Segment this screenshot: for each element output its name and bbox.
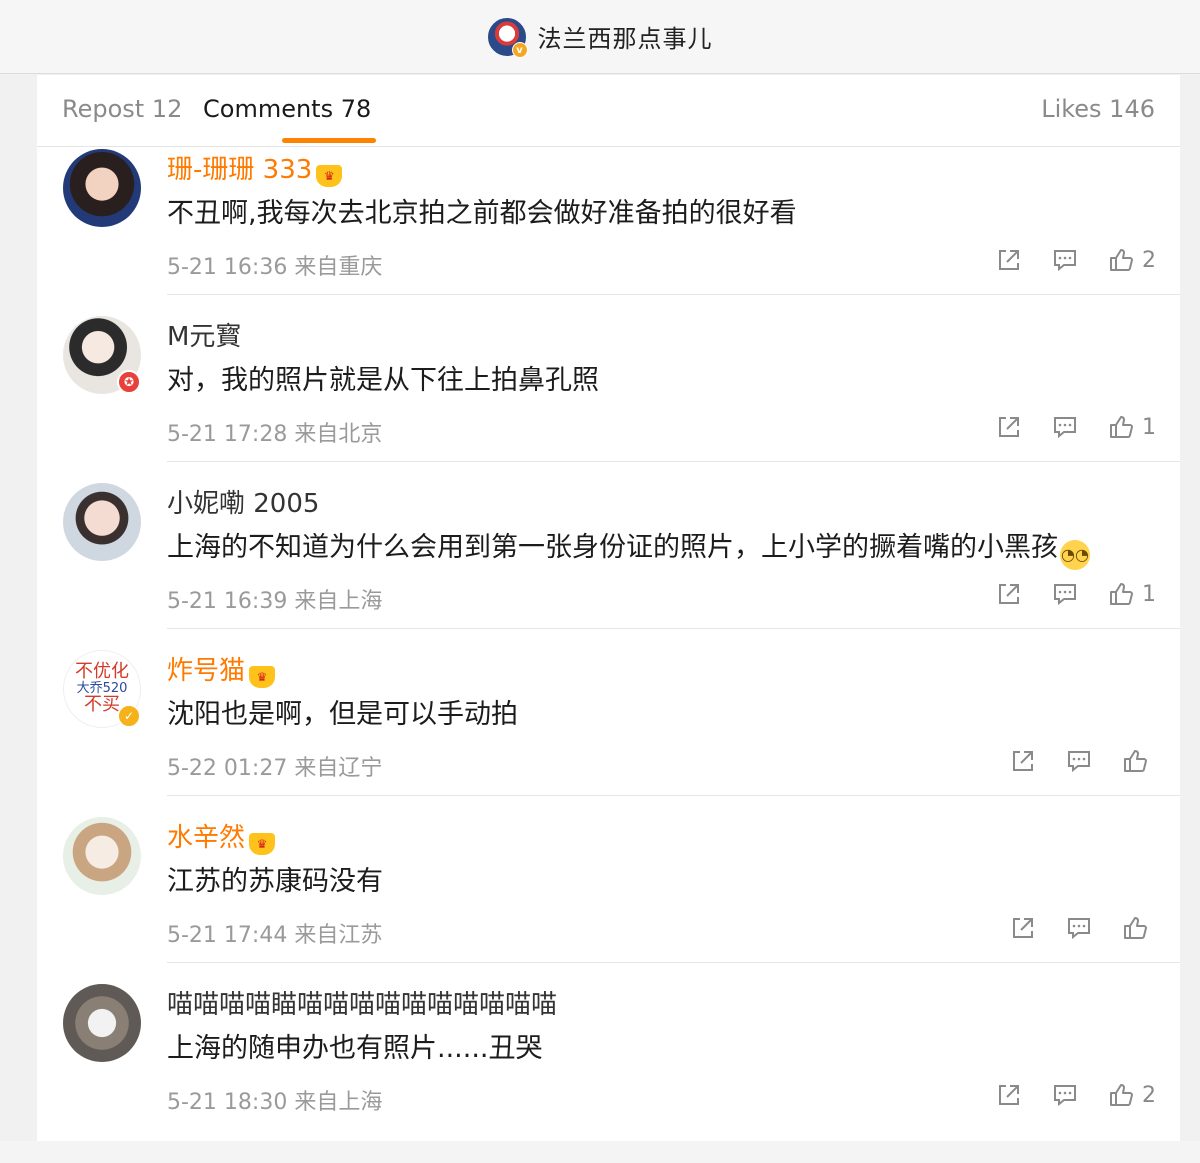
- reply-icon[interactable]: [1052, 581, 1078, 607]
- comment-meta: 5-21 16:36 来自重庆: [167, 249, 382, 281]
- avatar[interactable]: [63, 149, 141, 227]
- like-button[interactable]: [1122, 915, 1156, 941]
- like-button[interactable]: 2: [1108, 1082, 1156, 1108]
- reply-icon[interactable]: [1052, 414, 1078, 440]
- comment-text: 沈阳也是啊，但是可以手动拍: [167, 699, 518, 730]
- avatar[interactable]: [63, 817, 141, 895]
- like-button[interactable]: [1122, 748, 1156, 774]
- share-icon[interactable]: [996, 247, 1022, 273]
- thumbs-up-icon: [1110, 249, 1133, 271]
- tab-likes[interactable]: Likes 146: [1041, 95, 1155, 123]
- thumbs-up-icon: [1124, 750, 1147, 772]
- tab-repost[interactable]: Repost 12: [62, 95, 182, 123]
- divider: [167, 461, 1180, 462]
- like-button[interactable]: 2: [1108, 247, 1156, 273]
- comment-meta: 5-21 18:30 来自上海: [167, 1084, 382, 1116]
- thumbs-up-icon: [1110, 583, 1133, 605]
- reply-icon[interactable]: [1066, 915, 1092, 941]
- divider: [167, 795, 1180, 796]
- divider: [167, 962, 1180, 963]
- comment-username[interactable]: 珊-珊珊 333 ♛: [167, 149, 343, 187]
- top-bar: v 法兰西那点事儿: [0, 0, 1200, 74]
- account-header[interactable]: v 法兰西那点事儿: [487, 17, 713, 58]
- comment-username[interactable]: M元寳: [167, 316, 241, 353]
- vip-crown-icon: ♛: [249, 833, 276, 855]
- comment-item: ✪ M元寳 对，我的照片就是从下往上拍鼻孔照 5-21 17:28 来自北京 1: [37, 316, 1180, 483]
- comment-location: 来自重庆: [294, 255, 383, 280]
- verified-badge-icon: v: [511, 41, 528, 58]
- comment-item: 珊-珊珊 333 ♛ 不丑啊,我每次去北京拍之前都会做好准备拍的很好看 5-21 …: [37, 149, 1180, 316]
- comment-username[interactable]: 炸号猫 ♛: [167, 650, 276, 688]
- verified-badge-icon: ✓: [117, 704, 141, 728]
- comment-actions: [1010, 748, 1156, 774]
- comment-time: 5-21 17:28: [167, 422, 288, 447]
- comment-location: 来自上海: [294, 1090, 383, 1115]
- comment-time: 5-21 17:44: [167, 923, 288, 948]
- vip-crown-icon: ♛: [316, 165, 343, 187]
- divider: [167, 628, 1180, 629]
- tab-comments[interactable]: Comments 78: [203, 95, 371, 123]
- dizzy-face-emoji-icon: ◔◔: [1060, 540, 1090, 570]
- like-count: 2: [1142, 1082, 1156, 1108]
- thumbs-up-icon: [1110, 1084, 1133, 1106]
- like-count: 2: [1142, 247, 1156, 273]
- comment-item: 喵喵喵喵瞄喵喵喵喵喵喵喵喵喵喵 上海的随申办也有照片......丑哭 5-21 …: [37, 984, 1180, 1151]
- comment-item: 不优化 大乔520 不买 ✓ 炸号猫 ♛ 沈阳也是啊，但是可以手动拍 5-22 0…: [37, 650, 1180, 817]
- comments-panel: Repost 12 Comments 78 Likes 146 珊-珊珊 333…: [37, 75, 1180, 1141]
- share-icon[interactable]: [996, 1082, 1022, 1108]
- account-avatar[interactable]: v: [487, 17, 528, 58]
- like-count: 1: [1142, 414, 1156, 440]
- comment-actions: [1010, 915, 1156, 941]
- share-icon[interactable]: [996, 414, 1022, 440]
- vip-crown-icon: ♛: [249, 666, 276, 688]
- comment-time: 5-21 16:39: [167, 589, 288, 614]
- comment-location: 来自北京: [294, 422, 383, 447]
- comment-actions: 2: [996, 247, 1156, 273]
- like-button[interactable]: 1: [1108, 581, 1156, 607]
- avatar[interactable]: [63, 483, 141, 561]
- share-icon[interactable]: [996, 581, 1022, 607]
- tab-bar: Repost 12 Comments 78 Likes 146: [37, 75, 1180, 147]
- comment-actions: 2: [996, 1082, 1156, 1108]
- reply-icon[interactable]: [1066, 748, 1092, 774]
- comment-meta: 5-22 01:27 来自辽宁: [167, 750, 382, 782]
- avatar[interactable]: [63, 984, 141, 1062]
- like-count: 1: [1142, 581, 1156, 607]
- comment-time: 5-21 18:30: [167, 1090, 288, 1115]
- active-tab-indicator: [282, 138, 376, 143]
- comment-text: 江苏的苏康码没有: [167, 866, 383, 897]
- comment-username[interactable]: 喵喵喵喵瞄喵喵喵喵喵喵喵喵喵喵: [167, 984, 557, 1021]
- comment-actions: 1: [996, 581, 1156, 607]
- thumbs-up-icon: [1110, 416, 1133, 438]
- thumbs-up-icon: [1124, 917, 1147, 939]
- comment-location: 来自辽宁: [294, 756, 383, 781]
- comment-location: 来自江苏: [294, 923, 383, 948]
- divider: [167, 294, 1180, 295]
- comment-username[interactable]: 小妮嘞 2005: [167, 483, 319, 520]
- comment-text: 对，我的照片就是从下往上拍鼻孔照: [167, 365, 599, 396]
- comment-text: 上海的随申办也有照片......丑哭: [167, 1033, 543, 1064]
- comment-item: 水辛然 ♛ 江苏的苏康码没有 5-21 17:44 来自江苏: [37, 817, 1180, 984]
- vip-star-badge-icon: ✪: [117, 370, 141, 394]
- comment-actions: 1: [996, 414, 1156, 440]
- share-icon[interactable]: [1010, 748, 1036, 774]
- comment-item: 小妮嘞 2005 上海的不知道为什么会用到第一张身份证的照片，上小学的撅着嘴的小…: [37, 483, 1180, 650]
- comment-username[interactable]: 水辛然 ♛: [167, 817, 276, 855]
- comment-text: 不丑啊,我每次去北京拍之前都会做好准备拍的很好看: [167, 198, 797, 229]
- comment-meta: 5-21 17:28 来自北京: [167, 416, 382, 448]
- comment-time: 5-22 01:27: [167, 756, 288, 781]
- comment-time: 5-21 16:36: [167, 255, 288, 280]
- comment-text: 上海的不知道为什么会用到第一张身份证的照片，上小学的撅着嘴的小黑孩 ◔◔: [167, 525, 1090, 570]
- comment-meta: 5-21 17:44 来自江苏: [167, 917, 382, 949]
- account-name[interactable]: 法兰西那点事儿: [538, 19, 713, 54]
- like-button[interactable]: 1: [1108, 414, 1156, 440]
- reply-icon[interactable]: [1052, 1082, 1078, 1108]
- comment-meta: 5-21 16:39 来自上海: [167, 583, 382, 615]
- share-icon[interactable]: [1010, 915, 1036, 941]
- reply-icon[interactable]: [1052, 247, 1078, 273]
- bottom-strip: [0, 1141, 1200, 1163]
- comment-location: 来自上海: [294, 589, 383, 614]
